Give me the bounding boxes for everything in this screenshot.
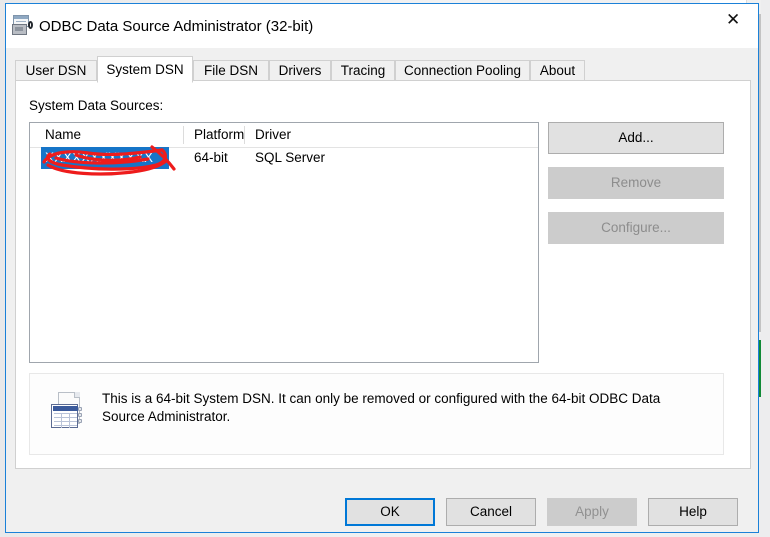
title-bar[interactable]: ODBC Data Source Administrator (32-bit) … (6, 4, 758, 48)
column-divider[interactable] (244, 126, 245, 144)
tab-system-dsn[interactable]: System DSN (97, 56, 193, 83)
apply-button[interactable]: Apply (547, 498, 637, 526)
tab-tracing[interactable]: Tracing (331, 60, 395, 81)
dsn-name-value: XXXXXXXXXXXX (45, 150, 167, 165)
column-header-platform[interactable]: Platform (194, 127, 244, 142)
system-data-sources-label: System Data Sources: (29, 98, 163, 113)
remove-button[interactable]: Remove (548, 167, 724, 199)
help-button[interactable]: Help (648, 498, 738, 526)
dsn-driver-value: SQL Server (255, 150, 325, 165)
tab-drivers[interactable]: Drivers (269, 60, 331, 81)
configure-button[interactable]: Configure... (548, 212, 724, 244)
tab-about[interactable]: About (530, 60, 585, 81)
table-row[interactable]: XXXXXXXXXXXX 64-bit SQL Server (30, 147, 538, 169)
configure-button-label: Configure... (601, 220, 671, 235)
close-icon: ✕ (726, 12, 740, 29)
remove-button-label: Remove (611, 175, 661, 190)
dsn-list[interactable]: Name Platform Driver XXXXXXXXXXXX 64-bit SQ… (29, 122, 539, 363)
column-header-driver[interactable]: Driver (255, 127, 291, 142)
dsn-platform-value: 64-bit (194, 150, 228, 165)
odbc-administrator-dialog: ODBC Data Source Administrator (32-bit) … (5, 3, 759, 533)
tab-strip: User DSNSystem DSNFile DSNDriversTracing… (15, 56, 751, 81)
add-button[interactable]: Add... (548, 122, 724, 154)
tab-user-dsn[interactable]: User DSN (15, 60, 97, 81)
tab-connection-pooling[interactable]: Connection Pooling (395, 60, 530, 81)
window-title: ODBC Data Source Administrator (32-bit) (39, 18, 313, 35)
system-dsn-tab-panel: System Data Sources: Name Platform Driver … (15, 80, 751, 469)
odbc-window-icon (12, 15, 34, 36)
info-panel: This is a 64-bit System DSN. It can only… (29, 373, 724, 455)
dsn-name-cell-selected[interactable]: XXXXXXXXXXXX (41, 147, 169, 169)
close-button[interactable]: ✕ (712, 4, 758, 36)
ok-button[interactable]: OK (345, 498, 435, 526)
column-divider[interactable] (183, 126, 184, 144)
cancel-button[interactable]: Cancel (446, 498, 536, 526)
add-button-label: Add... (618, 130, 653, 145)
dsn-list-header: Name Platform Driver (30, 123, 538, 148)
column-header-name[interactable]: Name (45, 127, 81, 142)
info-panel-text: This is a 64-bit System DSN. It can only… (102, 390, 706, 426)
dsn-document-icon (51, 392, 85, 432)
tab-file-dsn[interactable]: File DSN (193, 60, 269, 81)
